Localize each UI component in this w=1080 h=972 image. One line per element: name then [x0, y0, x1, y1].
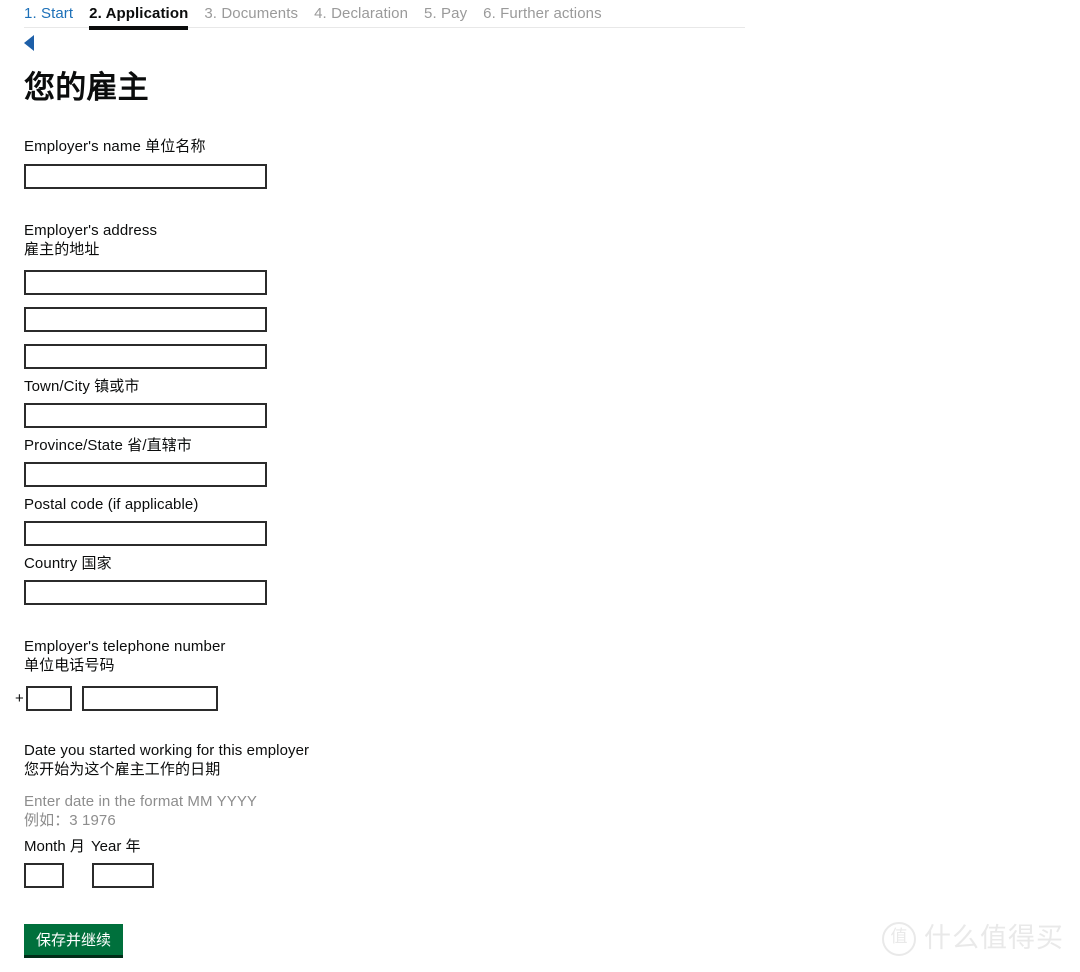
field-postal-code: Postal code (if applicable) [24, 495, 1080, 546]
address-line-2-input[interactable] [24, 307, 267, 332]
employer-address-label-en: Employer's address [24, 222, 158, 239]
start-date-label-en: Date you started working for this employ… [24, 742, 310, 759]
page-title: 您的雇主 [24, 70, 149, 105]
employer-name-input[interactable] [24, 164, 267, 189]
province-state-input[interactable] [24, 462, 267, 487]
postal-code-label: Postal code (if applicable) [24, 496, 199, 513]
field-start-date: Date you started working for this employ… [24, 741, 1080, 888]
year-label: Year 年 [91, 838, 141, 855]
tab-further-actions[interactable]: 6. Further actions [483, 4, 602, 30]
tab-pay[interactable]: 5. Pay [424, 4, 467, 30]
town-city-input[interactable] [24, 403, 267, 428]
employer-address-label-zh: 雇主的地址 [24, 241, 100, 258]
step-navigation: 1. Start 2. Application 3. Documents 4. … [0, 0, 1080, 30]
date-inputs [24, 863, 1080, 888]
telephone-plus-prefix: + [15, 690, 24, 707]
start-date-label-zh: 您开始为这个雇主工作的日期 [24, 761, 221, 778]
start-date-hint-en: Enter date in the format MM YYYY [24, 793, 258, 810]
telephone-number-input[interactable] [82, 686, 218, 711]
year-input[interactable] [92, 863, 154, 888]
province-state-label: Province/State 省/直辖市 [24, 437, 192, 454]
date-field-labels: Month 月 Year 年 [24, 837, 1080, 856]
field-employer-name: Employer's name 单位名称 [24, 137, 1080, 189]
postal-code-input[interactable] [24, 521, 267, 546]
start-date-hint-zh: 例如：3 1976 [24, 812, 116, 829]
tab-start[interactable]: 1. Start [24, 4, 73, 30]
step-tabs: 1. Start 2. Application 3. Documents 4. … [24, 4, 1080, 30]
back-link[interactable] [0, 30, 1080, 56]
telephone-label-zh: 单位电话号码 [24, 657, 115, 674]
save-and-continue-button[interactable]: 保存并继续 [24, 924, 124, 958]
form-actions: 保存并继续 [24, 924, 1080, 958]
field-telephone: Employer's telephone number 单位电话号码 + [15, 637, 1080, 711]
telephone-inputs: + [15, 686, 1080, 711]
country-input[interactable] [24, 580, 267, 605]
field-employer-address: Employer's address 雇主的地址 [24, 221, 1080, 369]
field-country: Country 国家 [24, 554, 1080, 605]
employer-name-label: Employer's name 单位名称 [24, 138, 206, 155]
telephone-country-code-input[interactable] [26, 686, 72, 711]
employer-form: 您的雇主 Employer's name 单位名称 Employer's add… [0, 70, 1080, 958]
field-province-state: Province/State 省/直辖市 [24, 436, 1080, 487]
back-arrow-icon[interactable] [24, 35, 34, 51]
month-input[interactable] [24, 863, 64, 888]
address-line-1-input[interactable] [24, 270, 267, 295]
country-label: Country 国家 [24, 555, 112, 572]
field-town-city: Town/City 镇或市 [24, 377, 1080, 428]
tab-documents[interactable]: 3. Documents [204, 4, 298, 30]
tab-application[interactable]: 2. Application [89, 4, 189, 30]
address-line-3-input[interactable] [24, 344, 267, 369]
tab-declaration[interactable]: 4. Declaration [314, 4, 408, 30]
town-city-label: Town/City 镇或市 [24, 378, 140, 395]
telephone-label-en: Employer's telephone number [24, 638, 226, 655]
month-label: Month 月 [24, 838, 85, 855]
